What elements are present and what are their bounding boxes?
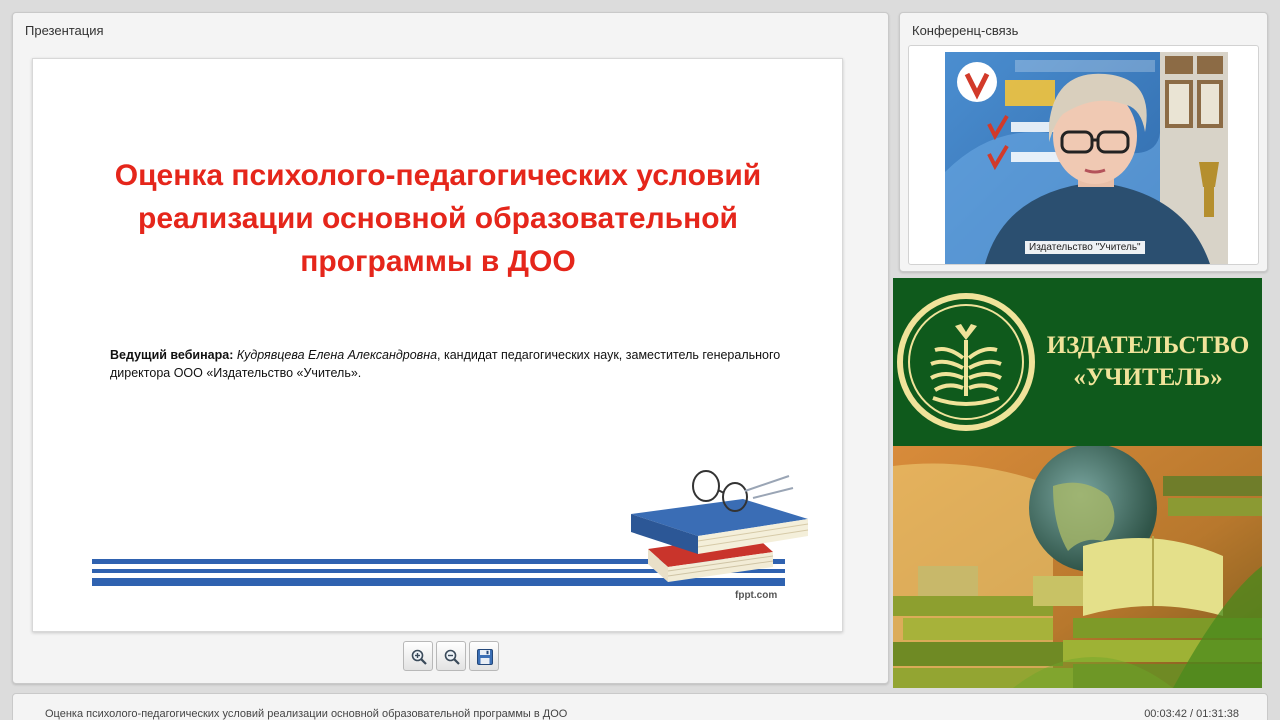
participant-video[interactable]: Издательство "Учитель" [945, 52, 1228, 264]
host-name: Кудрявцева Елена Александровна [236, 348, 438, 362]
publisher-banner: ИЗДАТЕЛЬСТВО «УЧИТЕЛЬ» [893, 278, 1262, 688]
save-slide-button[interactable] [469, 641, 499, 671]
publisher-name-line1: ИЗДАТЕЛЬСТВО [1046, 332, 1250, 359]
zoom-in-button[interactable] [403, 641, 433, 671]
video-container: Издательство "Учитель" [908, 45, 1259, 265]
host-label: Ведущий вебинара: [110, 348, 234, 362]
participant-name-label: Издательство "Учитель" [1025, 241, 1145, 254]
playback-bar: Оценка психолого-педагогических условий … [12, 693, 1268, 720]
slide-title: Оценка психолого-педагогических условий … [114, 159, 762, 278]
publisher-logo-area: ИЗДАТЕЛЬСТВО «УЧИТЕЛЬ» [893, 278, 1262, 446]
books-and-globe-photo [893, 446, 1262, 688]
books-and-glasses-illustration [631, 470, 809, 582]
presentation-slide: Оценка психолого-педагогических условий … [32, 58, 843, 632]
slide-watermark: fppt.com [735, 590, 778, 601]
floppy-disk-icon [477, 649, 493, 665]
playback-time: 00:03:42 / 01:31:38 [1144, 708, 1239, 720]
zoom-out-button[interactable] [436, 641, 466, 671]
presentation-panel: Презентация Оценка психолого-педагогичес… [12, 12, 889, 684]
publisher-name-line2: «УЧИТЕЛЬ» [1073, 364, 1223, 391]
publisher-logo-emblem [897, 293, 1035, 431]
participant-video-frame [945, 52, 1228, 264]
zoom-out-icon [444, 649, 460, 665]
zoom-in-icon [411, 649, 427, 665]
conference-panel-title: Конференц-связь [912, 23, 1019, 38]
publisher-name: ИЗДАТЕЛЬСТВО «УЧИТЕЛЬ» [1043, 330, 1253, 394]
webinar-title: Оценка психолого-педагогических условий … [45, 708, 568, 720]
presentation-panel-title: Презентация [25, 23, 104, 38]
conference-panel: Конференц-связь Издательство "Учитель" [899, 12, 1268, 272]
slide-host-info: Ведущий вебинара: Кудрявцева Елена Алекс… [110, 346, 790, 382]
